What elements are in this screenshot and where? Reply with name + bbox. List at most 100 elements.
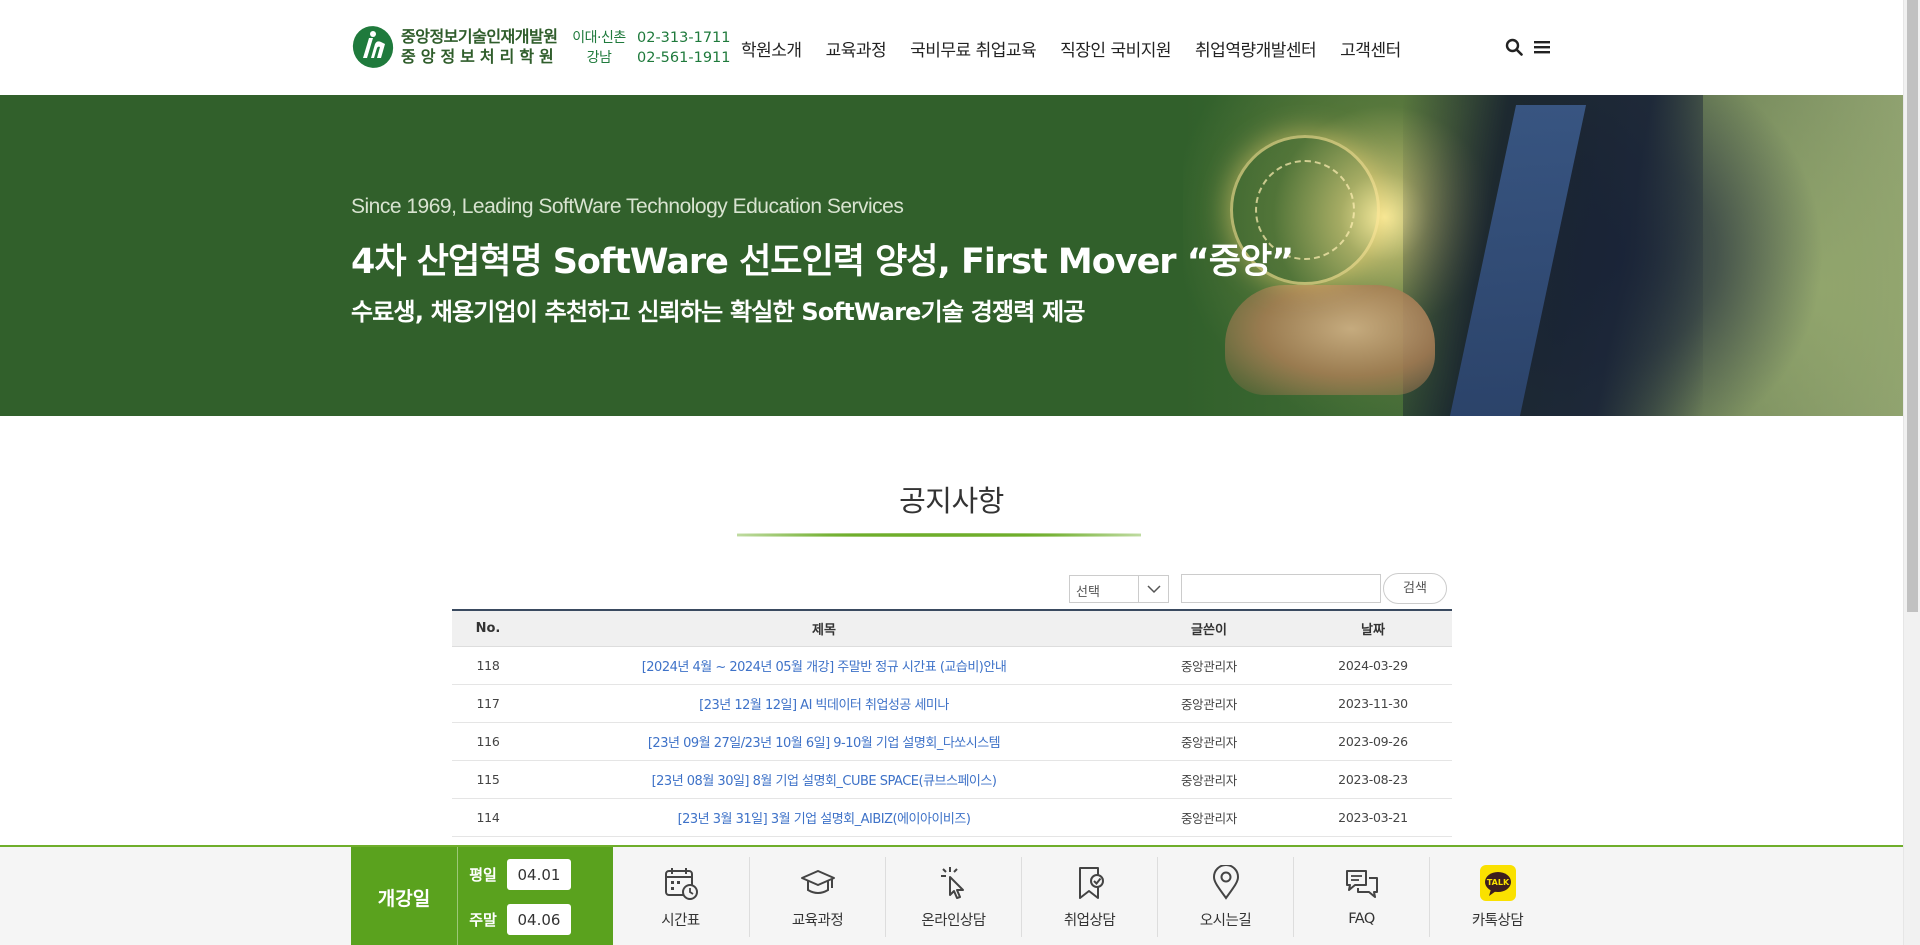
- weekday-date: 04.01: [507, 859, 571, 890]
- logo-mark-icon: [352, 26, 394, 68]
- search-button[interactable]: 검색: [1383, 573, 1447, 604]
- table-row: 118 [2024년 4월 ~ 2024년 05월 개강] 주말반 정규 시간표…: [452, 647, 1452, 685]
- table-row: 115 [23년 08월 30일] 8월 기업 설명회_CUBE SPACE(큐…: [452, 761, 1452, 799]
- kakaotalk-badge-text: TALK: [1486, 878, 1509, 887]
- quick-label: 오시는길: [1199, 912, 1252, 929]
- phone-contacts: 이대·신촌 02-313-1711 강남 02-561-1911: [571, 28, 731, 68]
- menu-icon[interactable]: [1533, 38, 1551, 56]
- badge-check-icon: [1078, 866, 1104, 899]
- search-type-value: 선택: [1076, 584, 1100, 600]
- table-row: 116 [23년 09월 27일/23년 10월 6일] 9-10월 기업 설명…: [452, 723, 1452, 761]
- search-input[interactable]: [1181, 574, 1381, 603]
- quick-kakaotalk[interactable]: TALK 카톡상담: [1430, 847, 1565, 945]
- quick-directions[interactable]: 오시는길: [1158, 847, 1293, 945]
- site-logo[interactable]: 중앙정보기술인재개발원 중앙정보처리학원: [351, 24, 559, 70]
- hero-description: 수료생, 채용기업이 추천하고 신뢰하는 확실한 SoftWare기술 경쟁력 …: [351, 298, 1086, 326]
- row-no: 116: [476, 734, 500, 749]
- site-header: 중앙정보기술인재개발원 중앙정보처리학원 이대·신촌 02-313-1711 강…: [0, 0, 1903, 95]
- quick-label: 온라인상담: [921, 912, 986, 929]
- row-date: 2023-11-30: [1338, 696, 1408, 711]
- hero-title: 4차 산업혁명 SoftWare 선도인력 양성, First Mover “중…: [351, 242, 1294, 282]
- quick-faq[interactable]: FAQ: [1294, 847, 1429, 945]
- table-row: 114 [23년 3월 31일] 3월 기업 설명회_AIBIZ(에이아이비즈)…: [452, 799, 1452, 837]
- nav-item-courses[interactable]: 교육과정: [826, 36, 887, 61]
- quick-label: 취업상담: [1063, 912, 1116, 929]
- row-date: 2024-03-29: [1338, 658, 1408, 673]
- nav-item-career-center[interactable]: 취업역량개발센터: [1195, 36, 1317, 61]
- notice-search: 선택 검색: [1069, 573, 1447, 604]
- nav-item-customer-center[interactable]: 고객센터: [1340, 36, 1401, 61]
- quick-label: 카톡상담: [1471, 912, 1524, 929]
- notice-table: No. 제목 글쓴이 날짜 118 [2024년 4월 ~ 2024년 05월 …: [452, 609, 1452, 837]
- kakaotalk-icon: TALK: [1479, 864, 1516, 901]
- phone-number[interactable]: 02-313-1711: [637, 28, 731, 48]
- phone-row-gangnam: 강남 02-561-1911: [571, 48, 731, 68]
- row-no: 115: [476, 772, 500, 787]
- row-writer: 중앙관리자: [1180, 697, 1237, 712]
- map-pin-icon: [1212, 864, 1239, 900]
- pointer-click-icon: [940, 866, 964, 899]
- column-header-date: 날짜: [1361, 623, 1385, 638]
- phone-number[interactable]: 02-561-1911: [637, 48, 731, 68]
- phone-area-label: 이대·신촌: [572, 30, 626, 46]
- phone-row-sinchon: 이대·신촌 02-313-1711: [571, 28, 731, 48]
- phone-area-label: 강남: [586, 50, 612, 66]
- opening-dates: 개강일 평일 04.01 주말 04.06: [351, 847, 613, 945]
- weekend-label: 주말: [469, 911, 497, 929]
- weekday-opening: 평일 04.01: [463, 859, 571, 890]
- column-header-title: 제목: [812, 623, 836, 638]
- column-header-no: No.: [475, 621, 501, 636]
- row-writer: 중앙관리자: [1180, 659, 1237, 674]
- search-icon[interactable]: [1505, 38, 1523, 56]
- scrollbar-thumb[interactable]: [1907, 0, 1918, 612]
- weekday-label: 평일: [469, 866, 497, 884]
- row-no: 114: [476, 810, 500, 825]
- row-no: 117: [476, 696, 500, 711]
- quick-career-consult[interactable]: 취업상담: [1022, 847, 1157, 945]
- page: 중앙정보기술인재개발원 중앙정보처리학원 이대·신촌 02-313-1711 강…: [0, 0, 1920, 945]
- title-underline: [737, 533, 1141, 537]
- table-header: No. 제목 글쓴이 날짜: [452, 609, 1452, 647]
- calendar-clock-icon: [664, 867, 698, 900]
- nav-item-worker-support[interactable]: 직장인 국비지원: [1060, 36, 1171, 61]
- header-tools: [1505, 38, 1551, 56]
- graduation-cap-icon: [800, 869, 835, 894]
- row-title-link[interactable]: [2024년 4월 ~ 2024년 05월 개강] 주말반 정규 시간표 (교습…: [524, 656, 1124, 675]
- hero-banner: Since 1969, Leading SoftWare Technology …: [0, 95, 1903, 416]
- chevron-down-icon: [1138, 575, 1168, 602]
- page-scrollbar[interactable]: [1903, 0, 1920, 945]
- row-title-link[interactable]: [23년 08월 30일] 8월 기업 설명회_CUBE SPACE(큐브스페이…: [524, 770, 1124, 789]
- logo-line-1: 중앙정보기술인재개발원: [401, 27, 558, 46]
- row-writer: 중앙관리자: [1180, 735, 1237, 750]
- hero-text: Since 1969, Leading SoftWare Technology …: [351, 195, 1294, 327]
- notice-section-title: 공지사항: [899, 484, 1004, 518]
- nav-item-about[interactable]: 학원소개: [741, 36, 802, 61]
- row-title-link[interactable]: [23년 09월 27일/23년 10월 6일] 9-10월 기업 설명회_다쏘…: [524, 732, 1124, 751]
- row-no: 118: [476, 658, 500, 673]
- column-header-writer: 글쓴이: [1191, 623, 1227, 638]
- quick-label: FAQ: [1348, 911, 1375, 927]
- logo-text: 중앙정보기술인재개발원 중앙정보처리학원: [401, 27, 559, 67]
- row-date: 2023-08-23: [1338, 772, 1408, 787]
- row-writer: 중앙관리자: [1180, 773, 1237, 788]
- quick-courses[interactable]: 교육과정: [750, 847, 885, 945]
- opening-label: 개강일: [351, 847, 458, 945]
- table-row: 117 [23년 12월 12일] AI 빅데이터 취업성공 세미나 중앙관리자…: [452, 685, 1452, 723]
- quick-label: 시간표: [661, 912, 700, 929]
- quick-label: 교육과정: [791, 912, 844, 929]
- bottom-quick-bar: 개강일 평일 04.01 주말 04.06 시간표 교육과정 온라인상담 취업상…: [0, 845, 1903, 945]
- weekend-date: 04.06: [507, 904, 571, 935]
- search-type-select[interactable]: 선택: [1069, 574, 1169, 603]
- row-date: 2023-09-26: [1338, 734, 1408, 749]
- logo-line-2: 중앙정보처리학원: [401, 47, 559, 66]
- quick-online-consult[interactable]: 온라인상담: [886, 847, 1021, 945]
- weekend-opening: 주말 04.06: [463, 904, 571, 935]
- row-title-link[interactable]: [23년 12월 12일] AI 빅데이터 취업성공 세미나: [524, 694, 1124, 713]
- nav-item-free-training[interactable]: 국비무료 취업교육: [910, 36, 1037, 61]
- row-date: 2023-03-21: [1338, 810, 1408, 825]
- chat-bubbles-icon: [1345, 870, 1378, 898]
- hero-subtitle: Since 1969, Leading SoftWare Technology …: [351, 195, 904, 218]
- quick-timetable[interactable]: 시간표: [613, 847, 748, 945]
- row-title-link[interactable]: [23년 3월 31일] 3월 기업 설명회_AIBIZ(에이아이비즈): [524, 808, 1124, 827]
- row-writer: 중앙관리자: [1180, 811, 1237, 826]
